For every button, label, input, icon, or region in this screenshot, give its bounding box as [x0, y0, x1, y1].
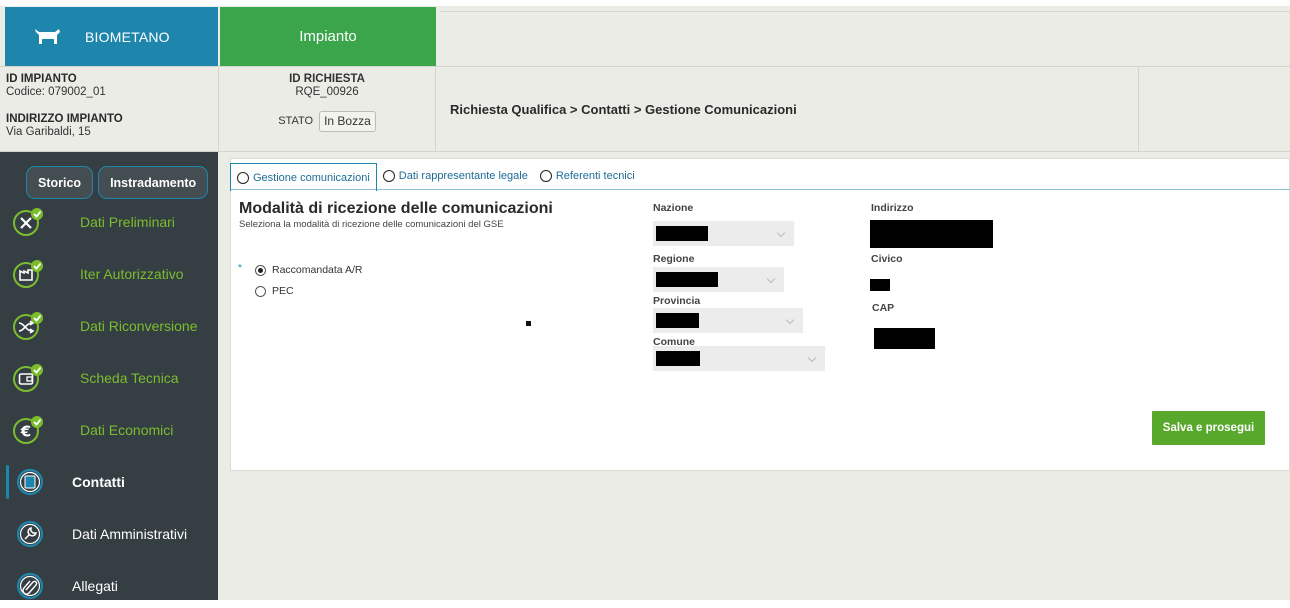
tab-dati-rappresentante-legale[interactable]: Dati rappresentante legale	[377, 163, 534, 189]
regione-select[interactable]	[653, 267, 784, 292]
radio-label: Raccomandata A/R	[272, 264, 363, 276]
radio-raccomandata[interactable]: Raccomandata A/R	[255, 264, 362, 276]
civico-label: Civico	[871, 253, 903, 265]
tab-gestione-comunicazioni[interactable]: Gestione comunicazioni	[230, 163, 377, 191]
sidebar-item-label: Dati Riconversione	[80, 318, 198, 334]
wrench-icon	[16, 520, 44, 548]
nazione-select[interactable]	[653, 221, 794, 246]
richiesta-info: ID RICHIESTA RQE_00926 STATO In Bozza	[218, 67, 436, 152]
cap-label: CAP	[872, 302, 895, 314]
sidebar-item-allegati[interactable]: Allegati	[0, 564, 218, 608]
factory-icon	[13, 260, 43, 288]
radio-button[interactable]	[255, 285, 266, 297]
civico-field[interactable]	[870, 279, 890, 291]
brand-tab[interactable]: BIOMETANO	[5, 7, 218, 66]
redacted-value	[656, 351, 700, 366]
indirizzo-field[interactable]	[870, 220, 993, 248]
stray-dot	[526, 321, 531, 326]
id-impianto-label: ID IMPIANTO	[6, 73, 77, 85]
sidebar-item-dati-amministrativi[interactable]: Dati Amministrativi	[0, 512, 218, 556]
paperclip-icon	[16, 572, 44, 600]
provincia-label: Provincia	[653, 295, 701, 307]
indirizzo-impianto-label: INDIRIZZO IMPIANTO	[6, 113, 123, 125]
tabs-divider	[230, 189, 1290, 190]
nazione-label: Nazione	[653, 202, 694, 214]
indirizzo-label: Indirizzo	[871, 202, 914, 214]
sidebar: Storico Instradamento Dati Preliminari I…	[0, 152, 218, 600]
cap-field[interactable]	[874, 328, 935, 349]
sidebar-item-iter-autorizzativo[interactable]: Iter Autorizzativo	[0, 252, 218, 296]
wallet-icon	[13, 364, 43, 392]
section-title: Modalità di ricezione delle comunicazion…	[239, 200, 553, 217]
sidebar-item-label: Allegati	[72, 578, 118, 594]
id-richiesta-label: ID RICHIESTA	[289, 73, 365, 85]
sidebar-item-dati-riconversione[interactable]: Dati Riconversione	[0, 304, 218, 348]
chevron-down-icon	[766, 274, 776, 284]
radio-pec[interactable]: PEC	[255, 285, 294, 297]
chevron-down-icon	[807, 353, 817, 363]
sidebar-item-scheda-tecnica[interactable]: Scheda Tecnica	[0, 356, 218, 400]
redacted-value	[656, 226, 708, 241]
storico-button[interactable]: Storico	[26, 166, 94, 199]
tab-impianto[interactable]: Impianto	[220, 7, 436, 66]
section-subtitle: Seleziona la modalità di ricezione delle…	[239, 219, 504, 230]
sidebar-item-contatti[interactable]: Contatti	[0, 460, 218, 504]
shuffle-icon	[13, 312, 43, 340]
status-badge: In Bozza	[319, 111, 376, 132]
stato-label: STATO	[278, 115, 314, 127]
sidebar-item-label: Dati Economici	[80, 422, 174, 438]
circle-icon	[539, 170, 552, 182]
chevron-down-icon	[776, 228, 786, 238]
chevron-down-icon	[785, 315, 795, 325]
required-mark: *	[238, 263, 242, 274]
tab-referenti-tecnici[interactable]: Referenti tecnici	[534, 163, 641, 189]
tools-icon	[13, 208, 43, 236]
sidebar-item-dati-economici[interactable]: € Dati Economici	[0, 408, 218, 452]
circle-icon	[237, 171, 249, 184]
comune-select[interactable]	[653, 346, 825, 371]
sidebar-item-label: Iter Autorizzativo	[80, 266, 184, 282]
sidebar-item-label: Dati Amministrativi	[72, 526, 188, 542]
tab-label: Dati rappresentante legale	[398, 170, 528, 182]
brand-label: BIOMETANO	[85, 28, 170, 45]
top-bar-divider	[440, 6, 1290, 12]
id-impianto-code: Codice: 079002_01	[6, 86, 106, 98]
instradamento-button[interactable]: Instradamento	[98, 166, 209, 199]
radio-button-selected[interactable]	[255, 264, 266, 276]
sidebar-item-label: Dati Preliminari	[80, 214, 175, 230]
tab-label: Referenti tecnici	[555, 170, 635, 182]
tab-label: Gestione comunicazioni	[253, 171, 370, 184]
info-right-box	[1138, 67, 1290, 152]
save-and-continue-button[interactable]: Salva e prosegui	[1152, 411, 1265, 445]
impianto-info: ID IMPIANTO Codice: 079002_01 INDIRIZZO …	[6, 73, 123, 139]
redacted-value	[656, 272, 718, 287]
breadcrumb: Richiesta Qualifica > Contatti > Gestion…	[450, 102, 797, 117]
redacted-value	[656, 313, 699, 328]
regione-label: Regione	[653, 253, 695, 265]
sidebar-item-label: Contatti	[72, 474, 125, 490]
euro-icon: €	[13, 416, 43, 444]
provincia-select[interactable]	[653, 308, 803, 333]
circle-icon	[382, 170, 395, 182]
id-richiesta-value: RQE_00926	[295, 86, 359, 98]
cow-icon	[35, 28, 60, 44]
info-bar: ID IMPIANTO Codice: 079002_01 INDIRIZZO …	[0, 66, 1290, 152]
contacts-icon	[16, 468, 44, 496]
svg-text:€: €	[20, 423, 31, 441]
sub-tabs: Gestione comunicazioni Dati rappresentan…	[230, 163, 641, 191]
sidebar-item-label: Scheda Tecnica	[80, 370, 179, 386]
indirizzo-impianto-value: Via Garibaldi, 15	[6, 126, 91, 138]
radio-label: PEC	[272, 285, 294, 297]
sidebar-item-dati-preliminari[interactable]: Dati Preliminari	[0, 200, 218, 244]
